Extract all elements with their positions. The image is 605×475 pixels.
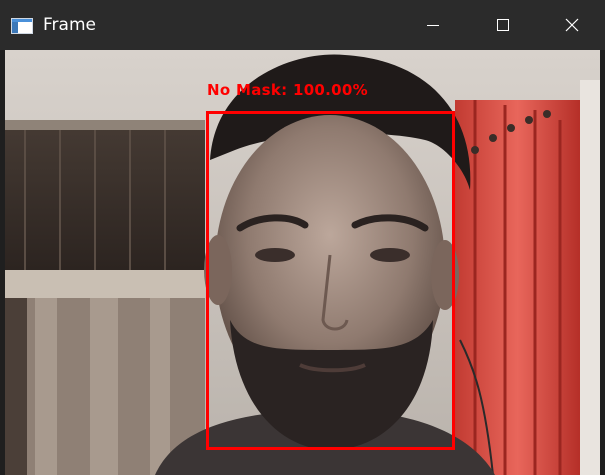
app-window: Frame No Mask: 100.00% [0, 0, 605, 475]
window-title: Frame [43, 15, 96, 35]
window-app-icon [11, 18, 33, 34]
title-bar[interactable]: Frame [0, 0, 605, 50]
camera-frame: No Mask: 100.00% [5, 50, 600, 475]
maximize-icon [497, 19, 509, 31]
minimize-icon [427, 25, 439, 26]
minimize-button[interactable] [410, 0, 456, 50]
face-detection-box [206, 111, 455, 450]
close-icon [565, 18, 579, 32]
detection-label: No Mask: 100.00% [207, 81, 368, 99]
maximize-button[interactable] [480, 0, 526, 50]
close-button[interactable] [549, 0, 595, 50]
